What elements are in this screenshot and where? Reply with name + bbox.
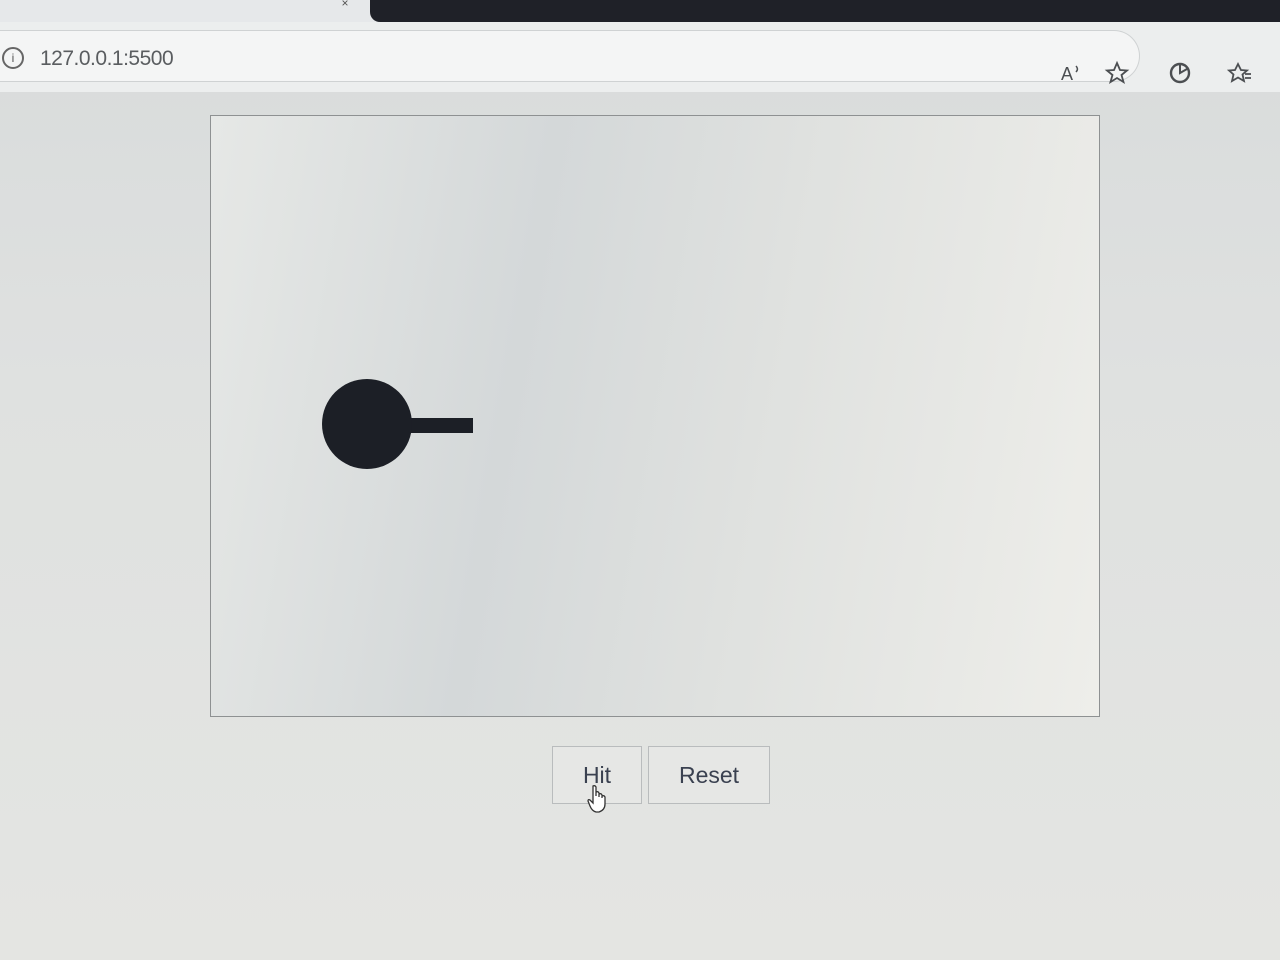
active-tab[interactable] [370,0,1280,22]
browser-toolbar: i 127.0.0.1:5500 A [0,22,1280,92]
site-info-icon[interactable]: i [2,47,24,69]
read-aloud-icon[interactable]: A [1058,60,1086,88]
favorites-icon[interactable] [1226,60,1254,88]
extension-icon[interactable] [1166,60,1194,88]
ball [322,379,412,469]
game-canvas[interactable] [210,115,1100,717]
reset-button[interactable]: Reset [648,746,770,804]
url-text[interactable]: 127.0.0.1:5500 [40,47,174,71]
cue-stick [403,418,473,433]
svg-text:A: A [1061,64,1073,84]
hand-pointer-icon [587,785,606,813]
controls: Hit Reset [552,746,770,804]
tab-strip: × [0,0,1280,22]
address-bar[interactable]: i 127.0.0.1:5500 [0,30,1140,82]
tab-close-icon[interactable]: × [338,0,352,10]
game-scene [322,379,473,469]
favorite-star-icon[interactable] [1103,60,1131,88]
